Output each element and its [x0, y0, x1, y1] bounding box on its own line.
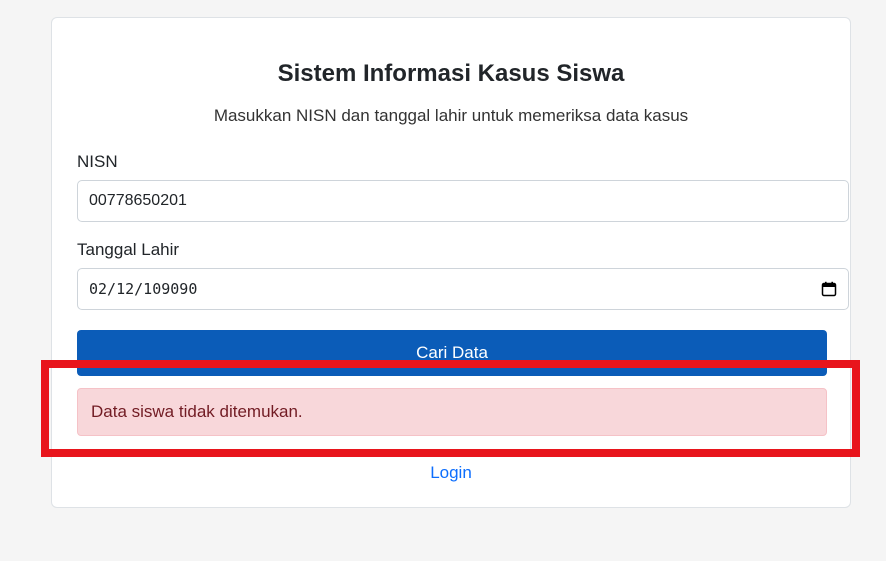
- calendar-icon[interactable]: [821, 281, 837, 297]
- nisn-input-value: 00778650201: [89, 192, 187, 209]
- nisn-input[interactable]: 00778650201: [77, 180, 849, 222]
- birthdate-input-value: 02/12/109090: [89, 280, 198, 298]
- search-card: Sistem Informasi Kasus Siswa Masukkan NI…: [51, 17, 851, 508]
- error-alert: Data siswa tidak ditemukan.: [77, 388, 827, 436]
- birthdate-label: Tanggal Lahir: [77, 240, 180, 259]
- birthdate-input[interactable]: 02/12/109090: [77, 268, 849, 310]
- error-message: Data siswa tidak ditemukan.: [91, 402, 303, 421]
- nisn-label: NISN: [77, 152, 118, 171]
- page-title: Sistem Informasi Kasus Siswa: [277, 60, 625, 87]
- search-button[interactable]: Cari Data: [77, 330, 827, 376]
- login-link[interactable]: Login: [52, 463, 850, 483]
- page-subtitle: Masukkan NISN dan tanggal lahir untuk me…: [213, 106, 689, 125]
